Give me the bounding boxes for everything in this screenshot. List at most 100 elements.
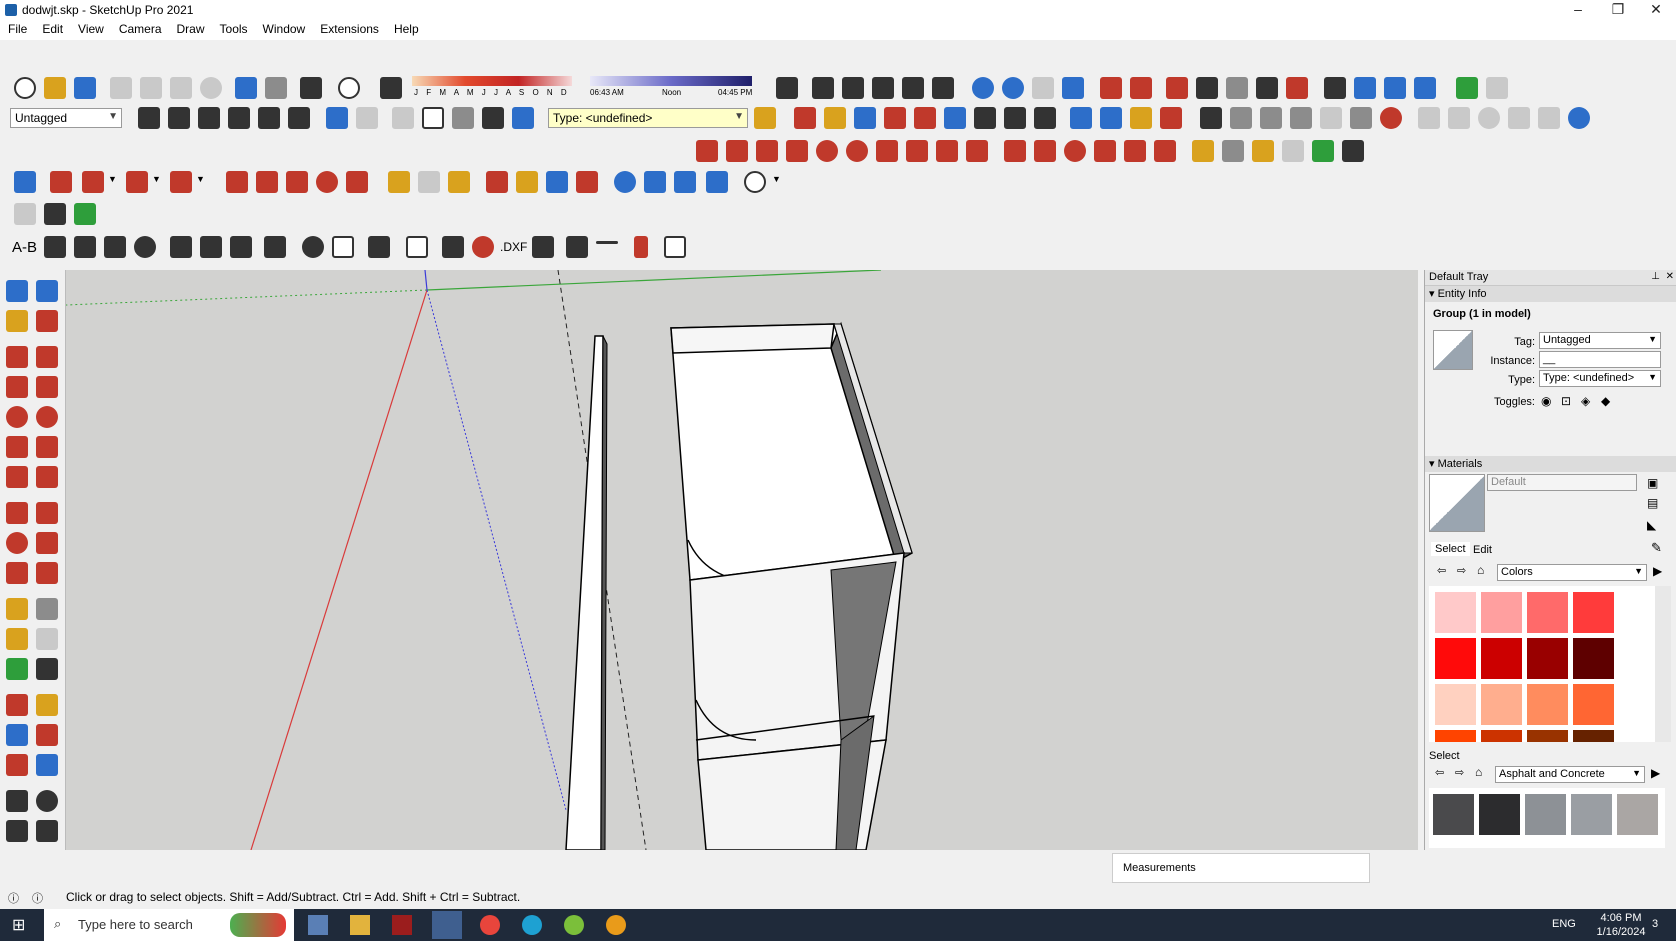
two-point-arc-icon[interactable] [906, 140, 928, 162]
polygon-icon[interactable] [846, 140, 868, 162]
dimension-icon[interactable] [1222, 140, 1244, 162]
material-swatch[interactable] [1525, 794, 1566, 835]
component-make-icon[interactable] [36, 280, 58, 302]
axes-icon[interactable] [1312, 140, 1334, 162]
walk-left-icon[interactable] [6, 820, 28, 842]
polygon-left-icon[interactable] [36, 406, 58, 428]
zoom-window-icon[interactable] [884, 107, 906, 129]
save-icon[interactable] [74, 77, 96, 99]
arc-left-icon[interactable] [6, 436, 28, 458]
solid-subtract-icon[interactable] [1196, 77, 1218, 99]
windows-start-icon[interactable]: ⊞ [12, 915, 25, 935]
eraser-icon[interactable] [1160, 107, 1182, 129]
restore-button[interactable]: ❐ [1598, 0, 1638, 20]
warehouse-icon[interactable] [138, 107, 160, 129]
file-explorer-icon[interactable] [350, 915, 370, 935]
add-detail-icon[interactable] [1350, 107, 1372, 129]
arc-icon[interactable] [876, 140, 898, 162]
solid-trim-icon[interactable] [1226, 77, 1248, 99]
color-swatch[interactable] [1573, 684, 1614, 725]
align-left-icon[interactable] [200, 236, 222, 258]
details-arrow-icon[interactable]: ▶ [1653, 564, 1662, 578]
pan-icon[interactable] [824, 107, 846, 129]
material-swatch[interactable] [1433, 794, 1474, 835]
details-arrow-icon[interactable]: ▶ [1651, 766, 1660, 780]
solid-split-icon[interactable] [1286, 77, 1308, 99]
clock-date[interactable]: 1/16/2024 [1592, 926, 1650, 938]
type-select[interactable]: Type: <undefined> ▼ [1539, 370, 1661, 387]
text-tool-icon[interactable] [418, 171, 440, 193]
warehouse-tool-icon[interactable] [614, 171, 636, 193]
orbit-icon[interactable] [794, 107, 816, 129]
sketchup-taskbar-icon[interactable] [432, 911, 462, 939]
rectangle-outline-icon[interactable] [406, 236, 428, 258]
paint-bucket-icon[interactable] [1130, 107, 1152, 129]
home-icon[interactable]: ⌂ [1477, 563, 1484, 577]
rectangle-left-icon[interactable] [6, 376, 28, 398]
solid-intersect-icon[interactable] [1256, 77, 1278, 99]
entity-info-header[interactable]: ▾ Entity Info [1425, 286, 1676, 302]
drape-icon[interactable] [1320, 107, 1342, 129]
geo-location-icon[interactable]: ⓘ [8, 890, 19, 906]
zoom-left-icon[interactable] [6, 724, 28, 746]
grid-icon[interactable] [1130, 77, 1152, 99]
acrobat-icon[interactable] [392, 915, 412, 935]
zoom-extents-left-icon[interactable] [6, 754, 28, 776]
line-icon[interactable] [696, 140, 718, 162]
color-swatch[interactable] [1481, 638, 1522, 679]
styles-icon[interactable] [1032, 77, 1054, 99]
3d-text-left-icon[interactable] [36, 658, 58, 680]
create-material-icon[interactable]: ▣ [1647, 476, 1658, 490]
layers-icon[interactable] [1062, 77, 1084, 99]
color-swatch[interactable] [1573, 592, 1614, 633]
orbit-tool-icon[interactable] [486, 171, 508, 193]
color-swatch[interactable] [1435, 638, 1476, 679]
follow-me-left-icon[interactable] [36, 532, 58, 554]
new-file-icon[interactable] [14, 77, 36, 99]
color-swatch[interactable] [1573, 730, 1614, 742]
circle-left-icon[interactable] [6, 406, 28, 428]
align-center-icon[interactable] [230, 236, 252, 258]
generate-report-icon[interactable] [1538, 107, 1560, 129]
tag-label-icon[interactable] [44, 236, 66, 258]
line-arrow-icon[interactable] [596, 241, 618, 244]
materials-header[interactable]: ▾ Materials [1425, 456, 1676, 472]
erase-icon[interactable] [200, 77, 222, 99]
rotate-left-icon[interactable] [6, 532, 28, 554]
color-swatch[interactable] [1481, 730, 1522, 742]
sample-paint-icon[interactable]: ▤ [1647, 496, 1658, 510]
orbit-left-icon[interactable] [6, 694, 28, 716]
info-icon[interactable]: ⓘ [32, 890, 43, 906]
close-icon[interactable]: ✕ [1666, 271, 1674, 282]
rotated-rectangle-icon[interactable] [786, 140, 808, 162]
text-icon[interactable] [1282, 140, 1304, 162]
push-pull-icon[interactable] [1034, 140, 1056, 162]
rotate-icon[interactable] [1064, 140, 1086, 162]
color-swatch[interactable] [1573, 638, 1614, 679]
scale-icon[interactable] [1124, 140, 1146, 162]
pencil-icon[interactable] [82, 171, 104, 193]
color-swatch[interactable] [1527, 730, 1568, 742]
sandbox-from-contours-icon[interactable] [1200, 107, 1222, 129]
message-icon[interactable] [1486, 77, 1508, 99]
hidden-line-icon[interactable] [422, 107, 444, 129]
home-icon[interactable] [198, 107, 220, 129]
forward-arrow-icon[interactable]: ⇨ [1457, 564, 1466, 577]
menu-edit[interactable]: Edit [34, 20, 70, 36]
green-app-icon[interactable] [564, 915, 584, 935]
tag-select[interactable]: Untagged ▼ [1539, 332, 1661, 349]
door-icon[interactable] [168, 107, 190, 129]
orange-app-icon[interactable] [606, 915, 626, 935]
chevron-down-icon[interactable]: ▼ [108, 174, 117, 184]
chrome-icon[interactable] [480, 915, 500, 935]
cast-shadows-icon[interactable]: ◆ [1601, 394, 1610, 408]
section-cut-icon[interactable] [1384, 77, 1406, 99]
instance-input[interactable]: __ [1539, 351, 1661, 368]
push-pull-tool-icon[interactable] [226, 171, 248, 193]
menu-window[interactable]: Window [255, 20, 313, 36]
pin-icon[interactable]: ⊥ [1651, 271, 1660, 282]
three-point-arc-left-icon[interactable] [6, 466, 28, 488]
secondary-collection-select[interactable]: Asphalt and Concrete ▼ [1495, 766, 1645, 783]
menu-file[interactable]: File [0, 20, 34, 36]
crosshair-icon[interactable] [472, 236, 494, 258]
